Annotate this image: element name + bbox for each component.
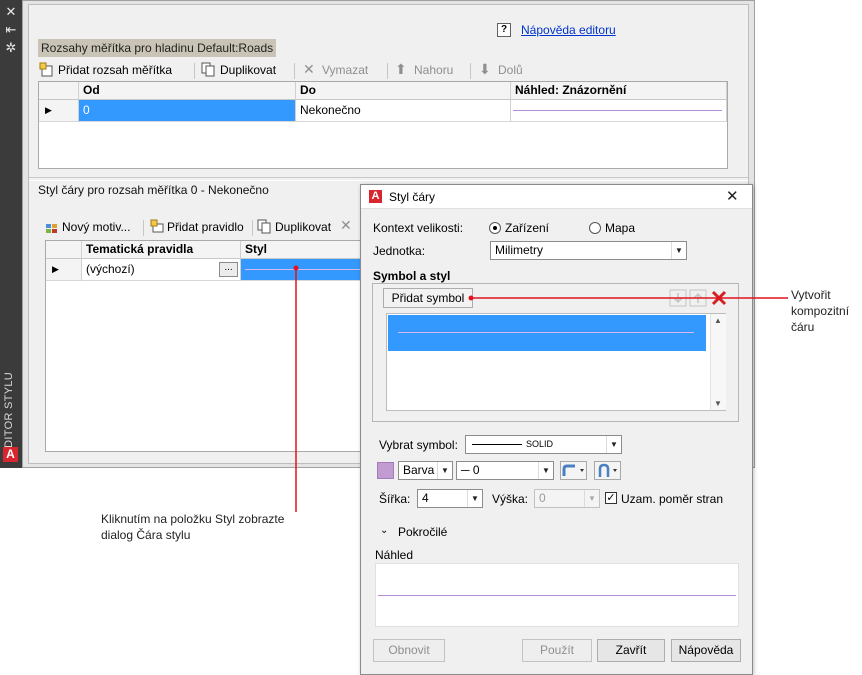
callout-dot-composite xyxy=(468,295,474,301)
callout-composite-text: Vytvořit kompozitní čáru xyxy=(791,288,850,334)
callout-lines xyxy=(293,265,788,512)
callout-style-text: Kliknutím na položku Styl zobrazte dialo… xyxy=(101,512,285,542)
callout-dot-style xyxy=(293,265,299,271)
